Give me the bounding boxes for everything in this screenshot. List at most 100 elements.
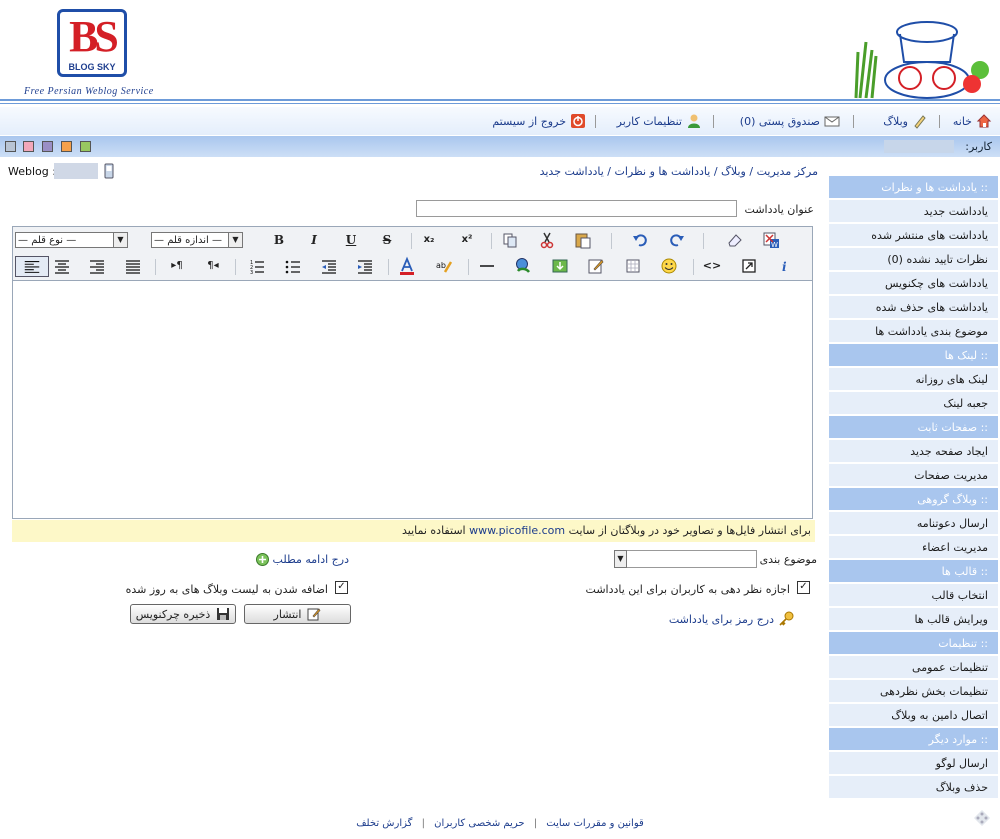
sidebar-item[interactable]: یادداشت جدید [829,200,998,223]
footer: قوانین و مقررات سایت | حریم شخصی کاربران… [0,818,1000,829]
cut-icon[interactable] [537,230,557,250]
footer-rules-link[interactable]: قوانین و مقررات سایت [546,818,644,829]
sidebar-item[interactable]: موضوع بندی یادداشت ها [829,320,998,343]
sidebar-item[interactable]: لینک های روزانه [829,368,998,391]
outdent-icon[interactable] [319,256,339,276]
category-select[interactable] [614,550,757,568]
picofile-link[interactable]: www.picofile.com [469,524,565,537]
font-size-select[interactable]: — اندازه قلم — ▼ [151,232,243,248]
sidebar-item[interactable]: یادداشت های حذف شده [829,296,998,319]
copy-icon[interactable] [500,230,520,250]
post-title-input[interactable] [416,200,737,217]
rich-text-editor: — نوع قلم — ▼ — اندازه قلم — ▼ B I U S x₂ … [12,226,813,519]
nav-weblog-label[interactable]: وبلاگ [883,115,908,128]
sidebar-item[interactable]: تنظیمات بخش نظردهی [829,680,998,703]
sidebar-item[interactable]: یادداشت های منتشر شده [829,224,998,247]
theme-swatch-green[interactable] [80,141,91,152]
html-source-button[interactable]: <> [702,256,722,276]
ordered-list-icon[interactable]: 123 [247,256,267,276]
eraser-icon[interactable] [725,230,745,250]
nav-home-label[interactable]: خانه [953,115,972,128]
nav-separator [939,115,940,128]
sidebar-item[interactable]: جعبه لینک [829,392,998,415]
sidebar-item[interactable]: ارسال لوگو [829,752,998,775]
word-paste-icon[interactable]: W [761,230,781,250]
add-to-updated-checkbox[interactable]: ✓ [335,581,348,594]
insert-link-icon[interactable] [513,256,533,276]
chevron-down-icon: ▼ [113,233,127,247]
sidebar-item[interactable]: اتصال دامین به وبلاگ [829,704,998,727]
mobile-icon[interactable] [104,163,114,179]
nav-mailbox[interactable]: صندوق پستی (0) [740,113,840,129]
align-right-icon[interactable] [87,256,107,276]
footer-privacy-link[interactable]: حریم شخصی کاربران [434,818,524,829]
insert-table-icon[interactable] [623,256,643,276]
undo-icon[interactable] [630,230,650,250]
post-password-label[interactable]: درج رمز برای یادداشت [669,613,774,626]
subscript-button[interactable]: x₂ [419,230,439,250]
breadcrumb-posts[interactable]: یادداشت ها و نظرات [615,165,711,178]
justify-icon[interactable] [123,256,143,276]
theme-swatch-purple[interactable] [42,141,53,152]
redo-icon[interactable] [667,230,687,250]
sidebar-item[interactable]: ایجاد صفحه جدید [829,440,998,463]
nav-logout[interactable]: خروج از سیستم [492,113,586,129]
nav-user-settings-label[interactable]: تنظیمات کاربر [617,115,682,128]
bold-button[interactable]: B [269,230,289,250]
sidebar-item[interactable]: مدیریت صفحات [829,464,998,487]
sidebar-item[interactable]: نظرات تایید نشده (0) [829,248,998,271]
sidebar-section-header: :: تنظیمات [829,632,998,655]
strikethrough-button[interactable]: S [377,230,397,250]
nav-home[interactable]: خانه [953,113,992,129]
edit-form-icon[interactable] [586,256,606,276]
align-left-icon[interactable] [15,256,49,277]
publish-button[interactable]: انتشار [244,604,351,624]
footer-report-link[interactable]: گزارش تخلف [356,818,412,829]
italic-button[interactable]: I [304,230,324,250]
username-redacted [884,140,954,153]
about-info-icon[interactable]: i [775,256,795,276]
indent-icon[interactable] [355,256,375,276]
breadcrumb-home[interactable]: مرکز مدیریت [757,165,818,178]
bullet-list-icon[interactable] [283,256,303,276]
insert-more-link[interactable]: درج ادامه مطلب [255,553,349,566]
editor-content-area[interactable] [13,281,812,518]
superscript-button[interactable]: x² [457,230,477,250]
font-color-icon[interactable] [397,256,417,276]
save-draft-button[interactable]: ذخیره چرکنویس [130,604,236,624]
sidebar-item[interactable]: مدیریت اعضاء [829,536,998,559]
fullscreen-icon[interactable] [739,256,759,276]
sidebar-item[interactable]: ویرایش قالب ها [829,608,998,631]
paste-icon[interactable] [573,230,593,250]
smiley-icon[interactable] [659,256,679,276]
sidebar-item[interactable]: حذف وبلاگ [829,776,998,799]
sidebar-item[interactable]: ارسال دعوتنامه [829,512,998,535]
align-center-icon[interactable] [52,256,72,276]
post-password-link[interactable]: درج رمز برای یادداشت [669,611,794,627]
sidebar-section-header: :: موارد دیگر [829,728,998,751]
sidebar-item[interactable]: یادداشت های چکنویس [829,272,998,295]
underline-button[interactable]: U [341,230,361,250]
chevron-down-icon[interactable]: ▼ [614,550,627,568]
horizontal-rule-icon[interactable] [477,256,497,276]
insert-image-icon[interactable] [550,256,570,276]
highlight-color-icon[interactable]: ab [434,256,454,276]
allow-comments-checkbox[interactable]: ✓ [797,581,810,594]
theme-swatch-gray[interactable] [5,141,16,152]
nav-logout-label[interactable]: خروج از سیستم [492,115,566,128]
info-text-pre: برای انتشار فایل‌ها و تصاویر خود در وبلا… [568,524,811,537]
nav-user-settings[interactable]: تنظیمات کاربر [617,113,702,129]
font-family-select[interactable]: — نوع قلم — ▼ [15,232,128,248]
theme-swatch-orange[interactable] [61,141,72,152]
blogsky-logo[interactable]: BS BLOG SKY [57,9,127,77]
rtl-direction-icon[interactable]: ¶◂ [203,256,223,276]
theme-swatch-pink[interactable] [23,141,34,152]
insert-more-label[interactable]: درج ادامه مطلب [273,553,349,566]
nav-weblog[interactable]: وبلاگ [883,113,928,129]
breadcrumb-weblog[interactable]: وبلاگ [721,165,746,178]
sidebar-item[interactable]: انتخاب قالب [829,584,998,607]
ltr-direction-icon[interactable]: ▸¶ [167,256,187,276]
nav-mailbox-label[interactable]: صندوق پستی (0) [740,115,820,128]
save-disk-icon [217,608,230,620]
sidebar-item[interactable]: تنظیمات عمومی [829,656,998,679]
